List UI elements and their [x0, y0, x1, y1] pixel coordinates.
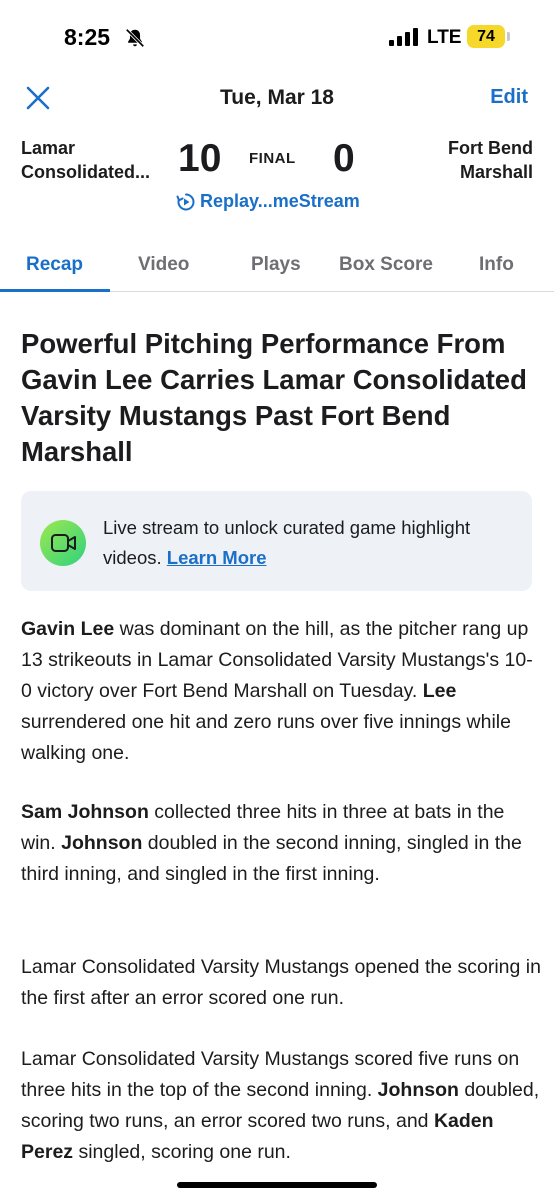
away-team-line2: Marshall: [459, 162, 533, 182]
paragraph-text: singled, scoring one run.: [73, 1141, 291, 1163]
learn-more-link[interactable]: Learn More: [167, 547, 267, 568]
promo-message: Live stream to unlock curated game highl…: [103, 517, 471, 568]
home-indicator[interactable]: [177, 1182, 377, 1188]
battery-indicator: 74: [467, 25, 505, 48]
bell-slash-icon: [125, 28, 145, 48]
tab-box-score[interactable]: Box Score: [339, 254, 433, 276]
player-name: Sam Johnson: [21, 801, 149, 823]
replay-icon: [176, 193, 195, 210]
paragraph-text: Lamar Consolidated Varsity Mustangs open…: [21, 956, 541, 1009]
edit-button[interactable]: Edit: [490, 86, 528, 109]
away-team-name[interactable]: Fort Bend Marshall: [448, 136, 533, 184]
game-status: FINAL: [249, 150, 296, 167]
video-camera-icon: [40, 520, 86, 566]
away-team-line1: Fort Bend: [448, 138, 533, 158]
article-paragraph: Sam Johnson collected three hits in thre…: [21, 797, 541, 890]
home-team-name[interactable]: Lamar Consolidated...: [21, 136, 150, 184]
paragraph-text: surrendered one hit and zero runs over f…: [21, 711, 511, 764]
network-label: LTE: [427, 27, 462, 48]
article-paragraph: Gavin Lee was dominant on the hill, as t…: [21, 614, 541, 769]
signal-icon: [389, 28, 418, 46]
replay-label: Replay...meStream: [200, 191, 360, 211]
replay-link[interactable]: Replay...meStream: [176, 191, 360, 212]
article-paragraph: Lamar Consolidated Varsity Mustangs open…: [21, 952, 541, 1014]
game-date: Tue, Mar 18: [220, 86, 334, 109]
home-team-line2: Consolidated...: [21, 162, 151, 182]
article-paragraph: Lamar Consolidated Varsity Mustangs scor…: [21, 1044, 541, 1168]
away-score: 0: [333, 137, 355, 180]
tab-bar: Recap Video Plays Box Score Info: [0, 240, 554, 292]
status-time: 8:25: [64, 24, 111, 50]
tab-info[interactable]: Info: [479, 254, 514, 276]
promo-text: Live stream to unlock curated game highl…: [103, 513, 513, 573]
home-team-line1: Lamar: [21, 138, 76, 158]
article-headline: Powerful Pitching Performance From Gavin…: [21, 328, 527, 467]
player-name: Johnson: [377, 1079, 459, 1101]
player-name: Gavin Lee: [21, 618, 115, 640]
status-bar: 8:25 LTE 74: [0, 0, 554, 76]
battery-cap: [507, 32, 510, 41]
tab-video[interactable]: Video: [138, 254, 189, 276]
player-name: Lee: [422, 680, 457, 702]
home-score: 10: [178, 137, 222, 180]
tab-recap[interactable]: Recap: [26, 254, 83, 276]
active-tab-indicator: [0, 289, 110, 292]
player-name: Johnson: [61, 832, 143, 854]
tab-plays[interactable]: Plays: [251, 254, 301, 276]
livestream-promo-card: Live stream to unlock curated game highl…: [21, 491, 532, 591]
